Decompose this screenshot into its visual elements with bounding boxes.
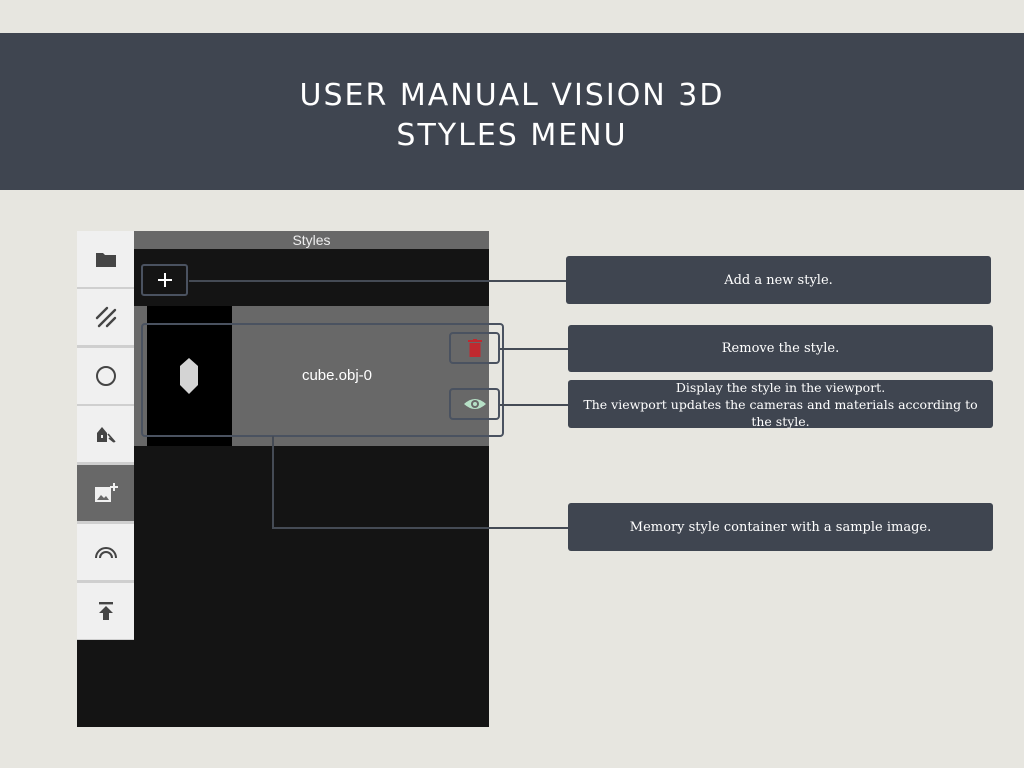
callout-container-text: Memory style container with a sample ima… (629, 519, 932, 535)
callout-display-style: Display the style in the viewport. The v… (568, 379, 993, 429)
callout-display-line3: the style. (751, 413, 810, 429)
display-connector-line (500, 404, 569, 406)
view-style-button[interactable] (449, 388, 500, 420)
sidebar-item-textures[interactable] (77, 289, 134, 345)
hatch-pattern-icon (95, 306, 116, 328)
sidebar-item-export[interactable] (77, 583, 134, 639)
sidebar-item-lighting[interactable] (77, 524, 134, 580)
container-connector-horizontal (272, 527, 569, 529)
container-connector-vertical (272, 436, 274, 528)
plus-icon (157, 273, 172, 287)
callout-style-container: Memory style container with a sample ima… (568, 503, 993, 551)
styles-panel-title: Styles (134, 231, 489, 249)
callout-display-line1: Display the style in the viewport. (675, 379, 886, 395)
sidebar-item-scene[interactable] (77, 406, 134, 462)
app-screenshot: Styles cube.obj-0 (77, 231, 504, 727)
page-title-line2: STYLES MENU (396, 118, 628, 153)
delete-style-button[interactable] (449, 332, 500, 364)
arc-icon (94, 547, 117, 559)
callout-add-style: Add a new style. (566, 256, 991, 304)
sidebar (77, 231, 134, 640)
title-banner: USER MANUAL VISION 3D STYLES MENU (0, 33, 1024, 190)
upload-icon (98, 602, 113, 620)
sidebar-item-styles[interactable] (77, 465, 134, 521)
add-image-icon (94, 483, 118, 502)
sidebar-item-files[interactable] (77, 231, 134, 287)
folder-icon (95, 253, 116, 267)
add-connector-line (189, 280, 566, 282)
add-style-button[interactable] (141, 264, 188, 296)
trash-icon (467, 339, 482, 357)
callout-remove-style: Remove the style. (568, 325, 993, 372)
sidebar-item-shapes[interactable] (77, 348, 134, 404)
scene-light-icon (96, 427, 116, 443)
remove-connector-line (500, 348, 569, 350)
eye-icon (463, 399, 486, 409)
callout-display-line2: The viewport updates the cameras and mat… (583, 396, 978, 412)
circle-icon (95, 366, 116, 386)
callout-remove-text: Remove the style. (721, 341, 840, 356)
page-title-line1: USER MANUAL VISION 3D (299, 78, 725, 113)
callout-add-text: Add a new style. (724, 272, 833, 288)
